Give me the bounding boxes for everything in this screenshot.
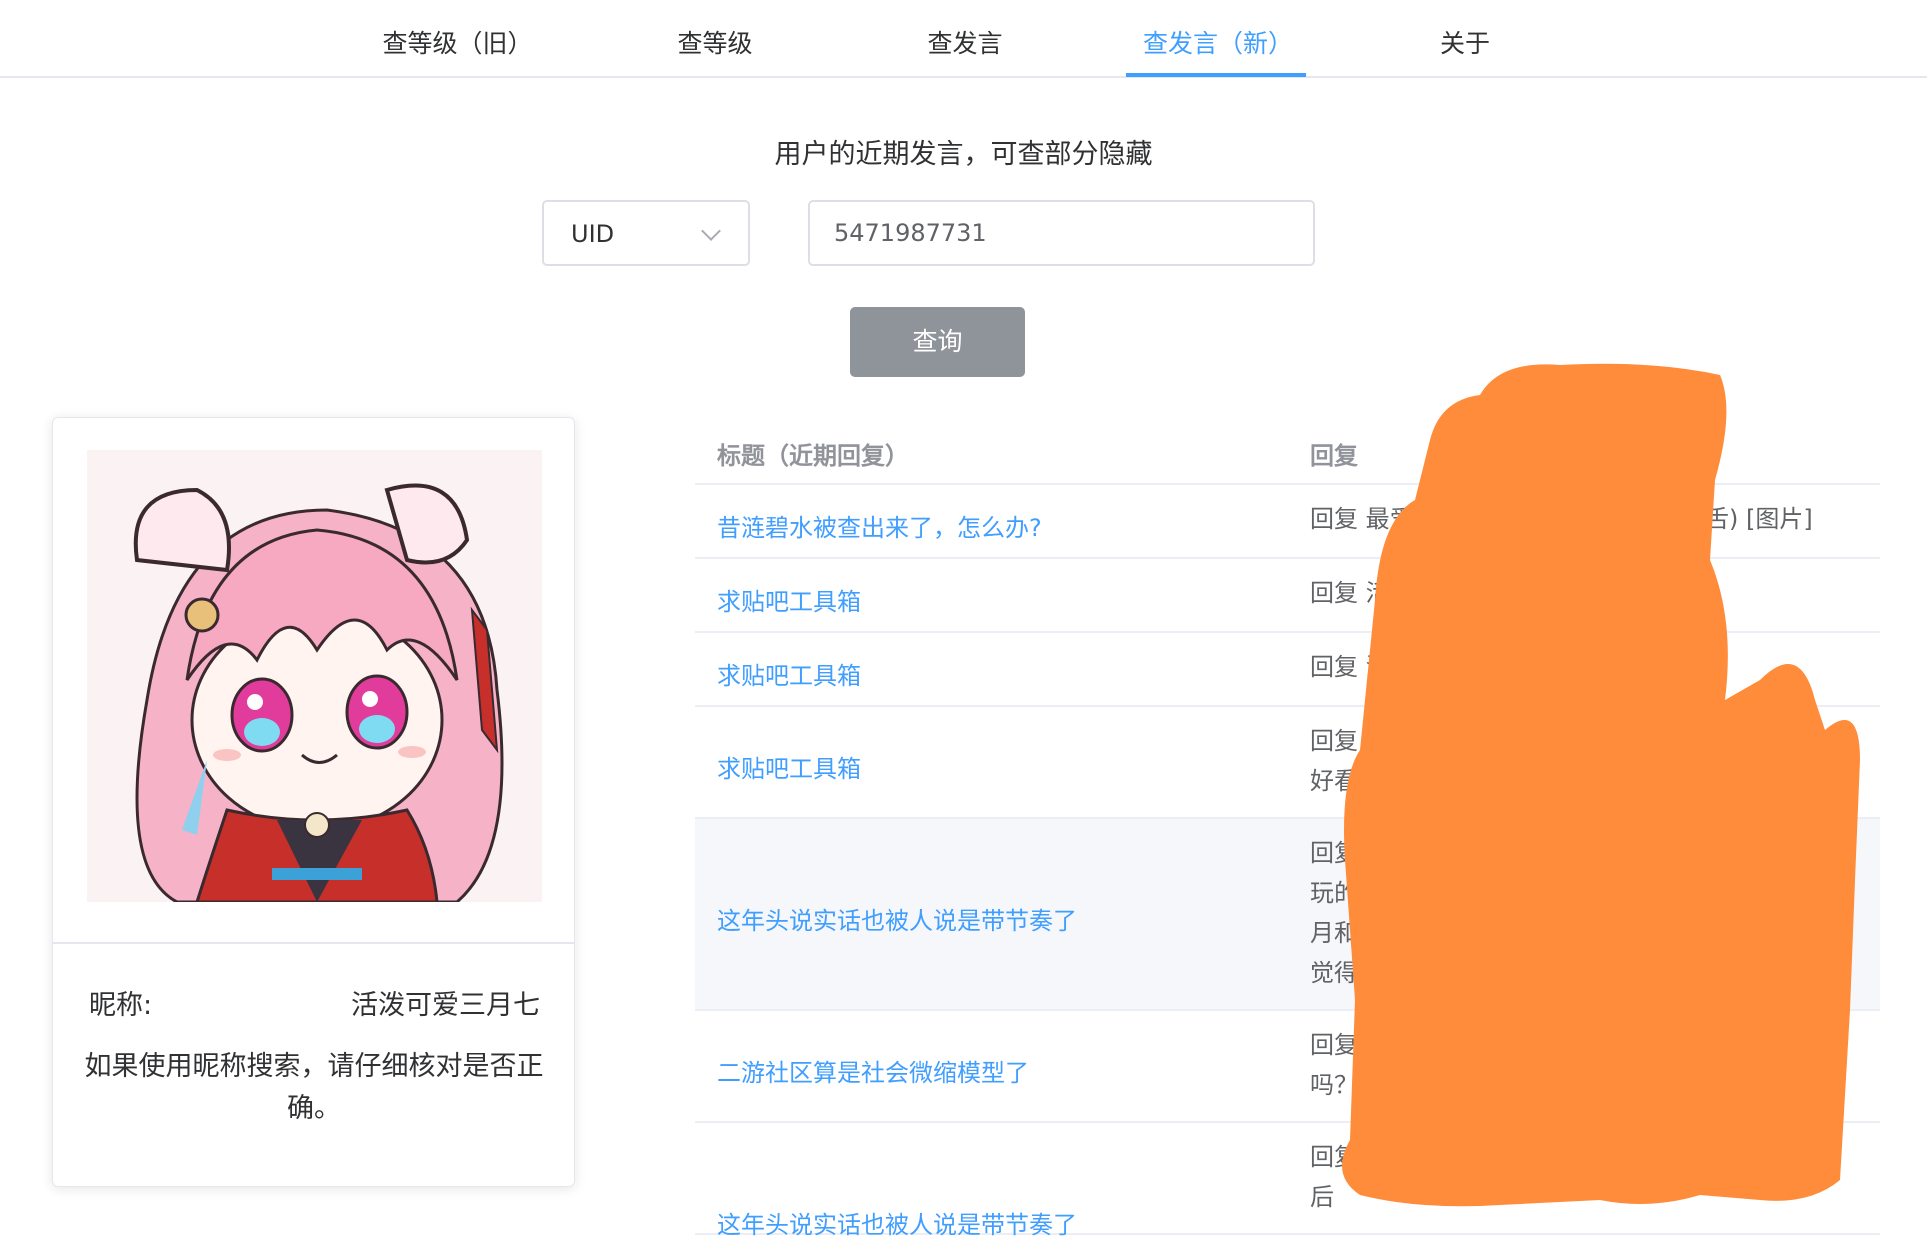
reply-text: 回复 活泼可 好看	[1310, 727, 1438, 795]
header-title: 标题（近期回复）	[717, 442, 909, 470]
tab-posts[interactable]: 查发言	[900, 0, 1030, 76]
page-subtitle: 用户的近期发言，可查部分隐藏	[774, 139, 1153, 170]
reply-text: 回复 活泼可	[1310, 579, 1438, 607]
post-title-link[interactable]: 求贴吧工具箱	[717, 656, 861, 691]
table-header: 标题（近期回复） 回复	[695, 410, 1880, 485]
reply-text: 回复 活 后	[1310, 1143, 1390, 1211]
header-reply: 回复	[1310, 442, 1358, 470]
table-row: 这年头说实话也被人说是带节奏了 回复 活 后	[695, 1123, 1880, 1239]
tab-posts-new[interactable]: 查发言（新）	[1128, 0, 1308, 76]
tab-about[interactable]: 关于	[1400, 0, 1530, 76]
reply-text: 回复 玩的 月和 觉得	[1310, 839, 1358, 987]
post-title-link[interactable]: 昔涟碧水被查出来了，怎么办?	[717, 508, 1042, 543]
reply-text-tail: 舌) [图片]	[1705, 505, 1813, 533]
post-title-link[interactable]: 求贴吧工具箱	[717, 582, 861, 617]
table-row: 昔涟碧水被查出来了，怎么办? 回复 最爱三 舌) [图片]	[695, 485, 1880, 559]
table-row: 求贴吧工具箱 回复 活泼可	[695, 633, 1880, 707]
top-nav: 查等级（旧） 查等级 查发言 查发言（新） 关于	[0, 0, 1927, 78]
profile-card: 昵称: 活泼可爱三月七 如果使用昵称搜索，请仔细核对是否正确。	[52, 417, 575, 1187]
search-type-value: UID	[571, 220, 615, 248]
table-row: 求贴吧工具箱 回复 活泼可	[695, 559, 1880, 633]
nickname-note: 如果使用昵称搜索，请仔细核对是否正确。	[84, 1051, 544, 1124]
post-title-link[interactable]: 这年头说实话也被人说是带节奏了	[717, 1205, 1077, 1240]
chevron-down-icon	[701, 221, 721, 241]
reply-text: 回复 吗？	[1310, 1031, 1358, 1099]
table-row: 这年头说实话也被人说是带节奏了 回复 玩的 月和 觉得	[695, 819, 1880, 1011]
tab-level[interactable]: 查等级	[650, 0, 780, 76]
table-row: 二游社区算是社会微缩模型了 回复 吗？	[695, 1011, 1880, 1123]
replies-table: 标题（近期回复） 回复 昔涟碧水被查出来了，怎么办? 回复 最爱三 舌) [图片…	[695, 410, 1880, 1239]
card-divider	[53, 942, 574, 944]
search-type-select[interactable]: UID	[542, 200, 750, 266]
reply-text: 回复 活泼可	[1310, 653, 1438, 681]
post-title-link[interactable]: 这年头说实话也被人说是带节奏了	[717, 901, 1077, 936]
table-row: 求贴吧工具箱 回复 活泼可 好看	[695, 707, 1880, 819]
post-title-link[interactable]: 二游社区算是社会微缩模型了	[717, 1053, 1029, 1088]
query-button[interactable]: 查询	[850, 307, 1025, 377]
post-title-link[interactable]: 求贴吧工具箱	[717, 749, 861, 784]
tab-level-old[interactable]: 查等级（旧）	[370, 0, 545, 76]
nickname-label: 昵称:	[89, 990, 153, 1021]
avatar	[87, 450, 542, 902]
uid-input[interactable]	[808, 200, 1315, 266]
nickname-value: 活泼可爱三月七	[351, 990, 540, 1021]
active-tab-indicator	[1126, 73, 1306, 77]
